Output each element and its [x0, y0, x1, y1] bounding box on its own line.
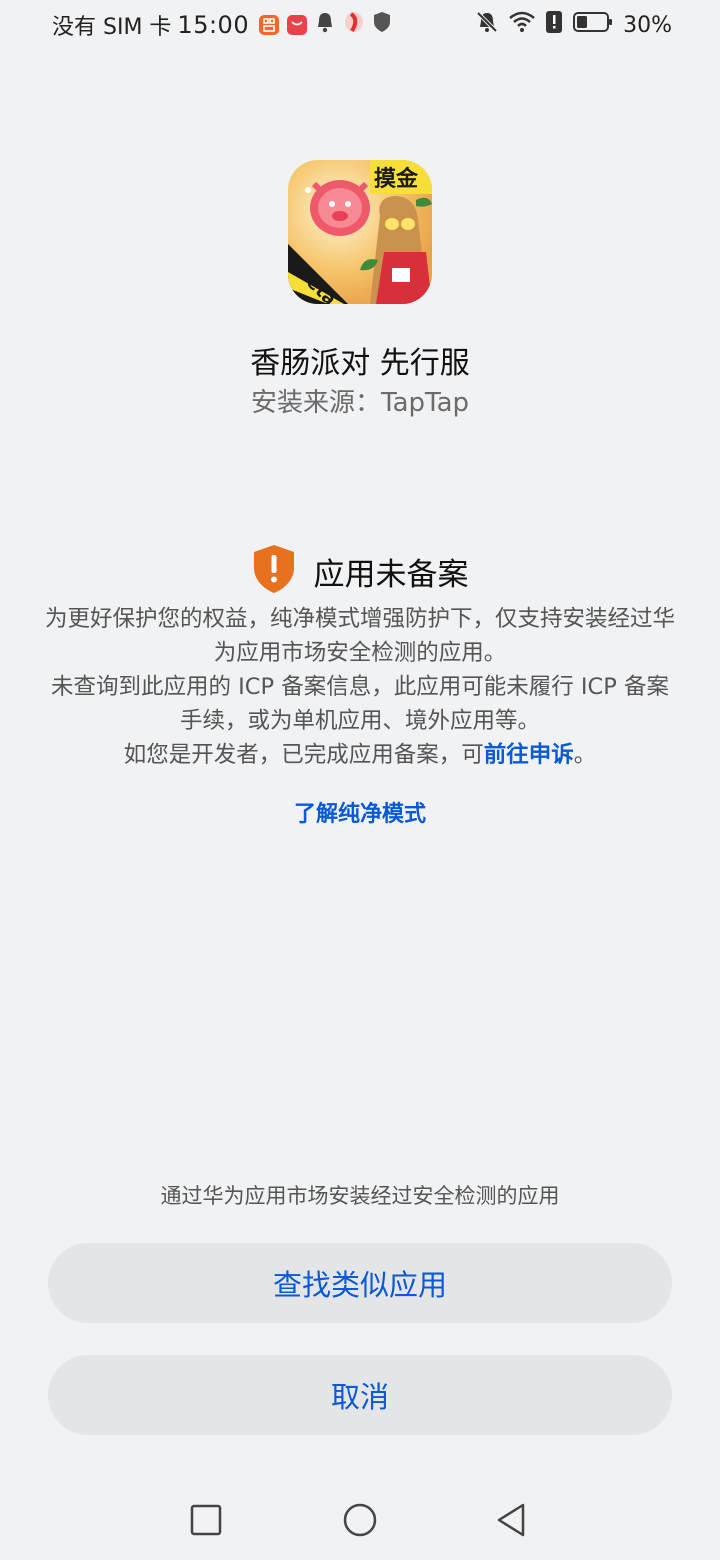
square-nav-icon	[189, 1503, 223, 1541]
home-button[interactable]	[328, 1490, 392, 1554]
wifi-icon	[509, 11, 535, 39]
circle-nav-icon	[342, 1502, 378, 1542]
install-source: 安装来源：TapTap	[250, 388, 470, 418]
carrier-label: 没有 SIM 卡	[52, 15, 172, 40]
navigation-bar	[0, 1490, 720, 1554]
app-name: 香肠派对 先行服	[250, 346, 470, 381]
warning-line-1: 为更好保护您的权益，纯净模式增强防护下，仅支持安装经过华为应用市场安全检测的应用…	[44, 606, 675, 666]
warning-title: 应用未备案	[313, 556, 469, 593]
huawei-app-icon	[287, 15, 308, 35]
appeal-link[interactable]: 前往申诉	[484, 742, 574, 768]
cancel-button[interactable]: 取消	[48, 1355, 672, 1435]
status-bar-right: 30%	[475, 10, 672, 40]
warning-line-2: 未查询到此应用的 ICP 备案信息，此应用可能未履行 ICP 备案手续，或为单机…	[51, 674, 669, 734]
learn-pure-mode-link[interactable]: 了解纯净模式	[0, 796, 720, 828]
app-icon	[343, 11, 365, 39]
warning-body: 为更好保护您的权益，纯净模式增强防护下，仅支持安装经过华为应用市场安全检测的应用…	[40, 602, 680, 772]
warning-line-3: 如您是开发者，已完成应用备案，可前往申诉。	[40, 738, 680, 772]
icon-badge-text: 摸金	[374, 166, 419, 192]
orange-app-icon	[259, 15, 280, 35]
recents-button[interactable]	[174, 1490, 238, 1554]
warning-line-3-prefix: 如您是开发者，已完成应用备案，可	[123, 742, 484, 768]
battery-icon	[573, 11, 613, 39]
warning-line-3-suffix: 。	[573, 742, 597, 768]
back-button[interactable]	[480, 1490, 544, 1554]
shield-icon	[373, 11, 391, 39]
clock: 15:00	[177, 11, 250, 39]
warning-shield-icon	[252, 544, 296, 598]
status-bar: 没有 SIM 卡 15:00 30%	[0, 0, 720, 50]
find-similar-apps-button[interactable]: 查找类似应用	[48, 1243, 672, 1323]
mute-bell-icon	[475, 10, 499, 40]
warning-heading: 应用未备案	[0, 544, 720, 598]
triangle-back-nav-icon	[495, 1502, 529, 1542]
app-icon-image: 摸金 Beta	[288, 160, 432, 304]
alert-icon	[545, 10, 563, 40]
battery-percent: 30%	[623, 12, 672, 38]
footer-hint: 通过华为应用市场安装经过安全检测的应用	[160, 1184, 560, 1208]
notification-bell-icon	[315, 11, 335, 39]
status-bar-left: 没有 SIM 卡 15:00	[52, 10, 391, 40]
